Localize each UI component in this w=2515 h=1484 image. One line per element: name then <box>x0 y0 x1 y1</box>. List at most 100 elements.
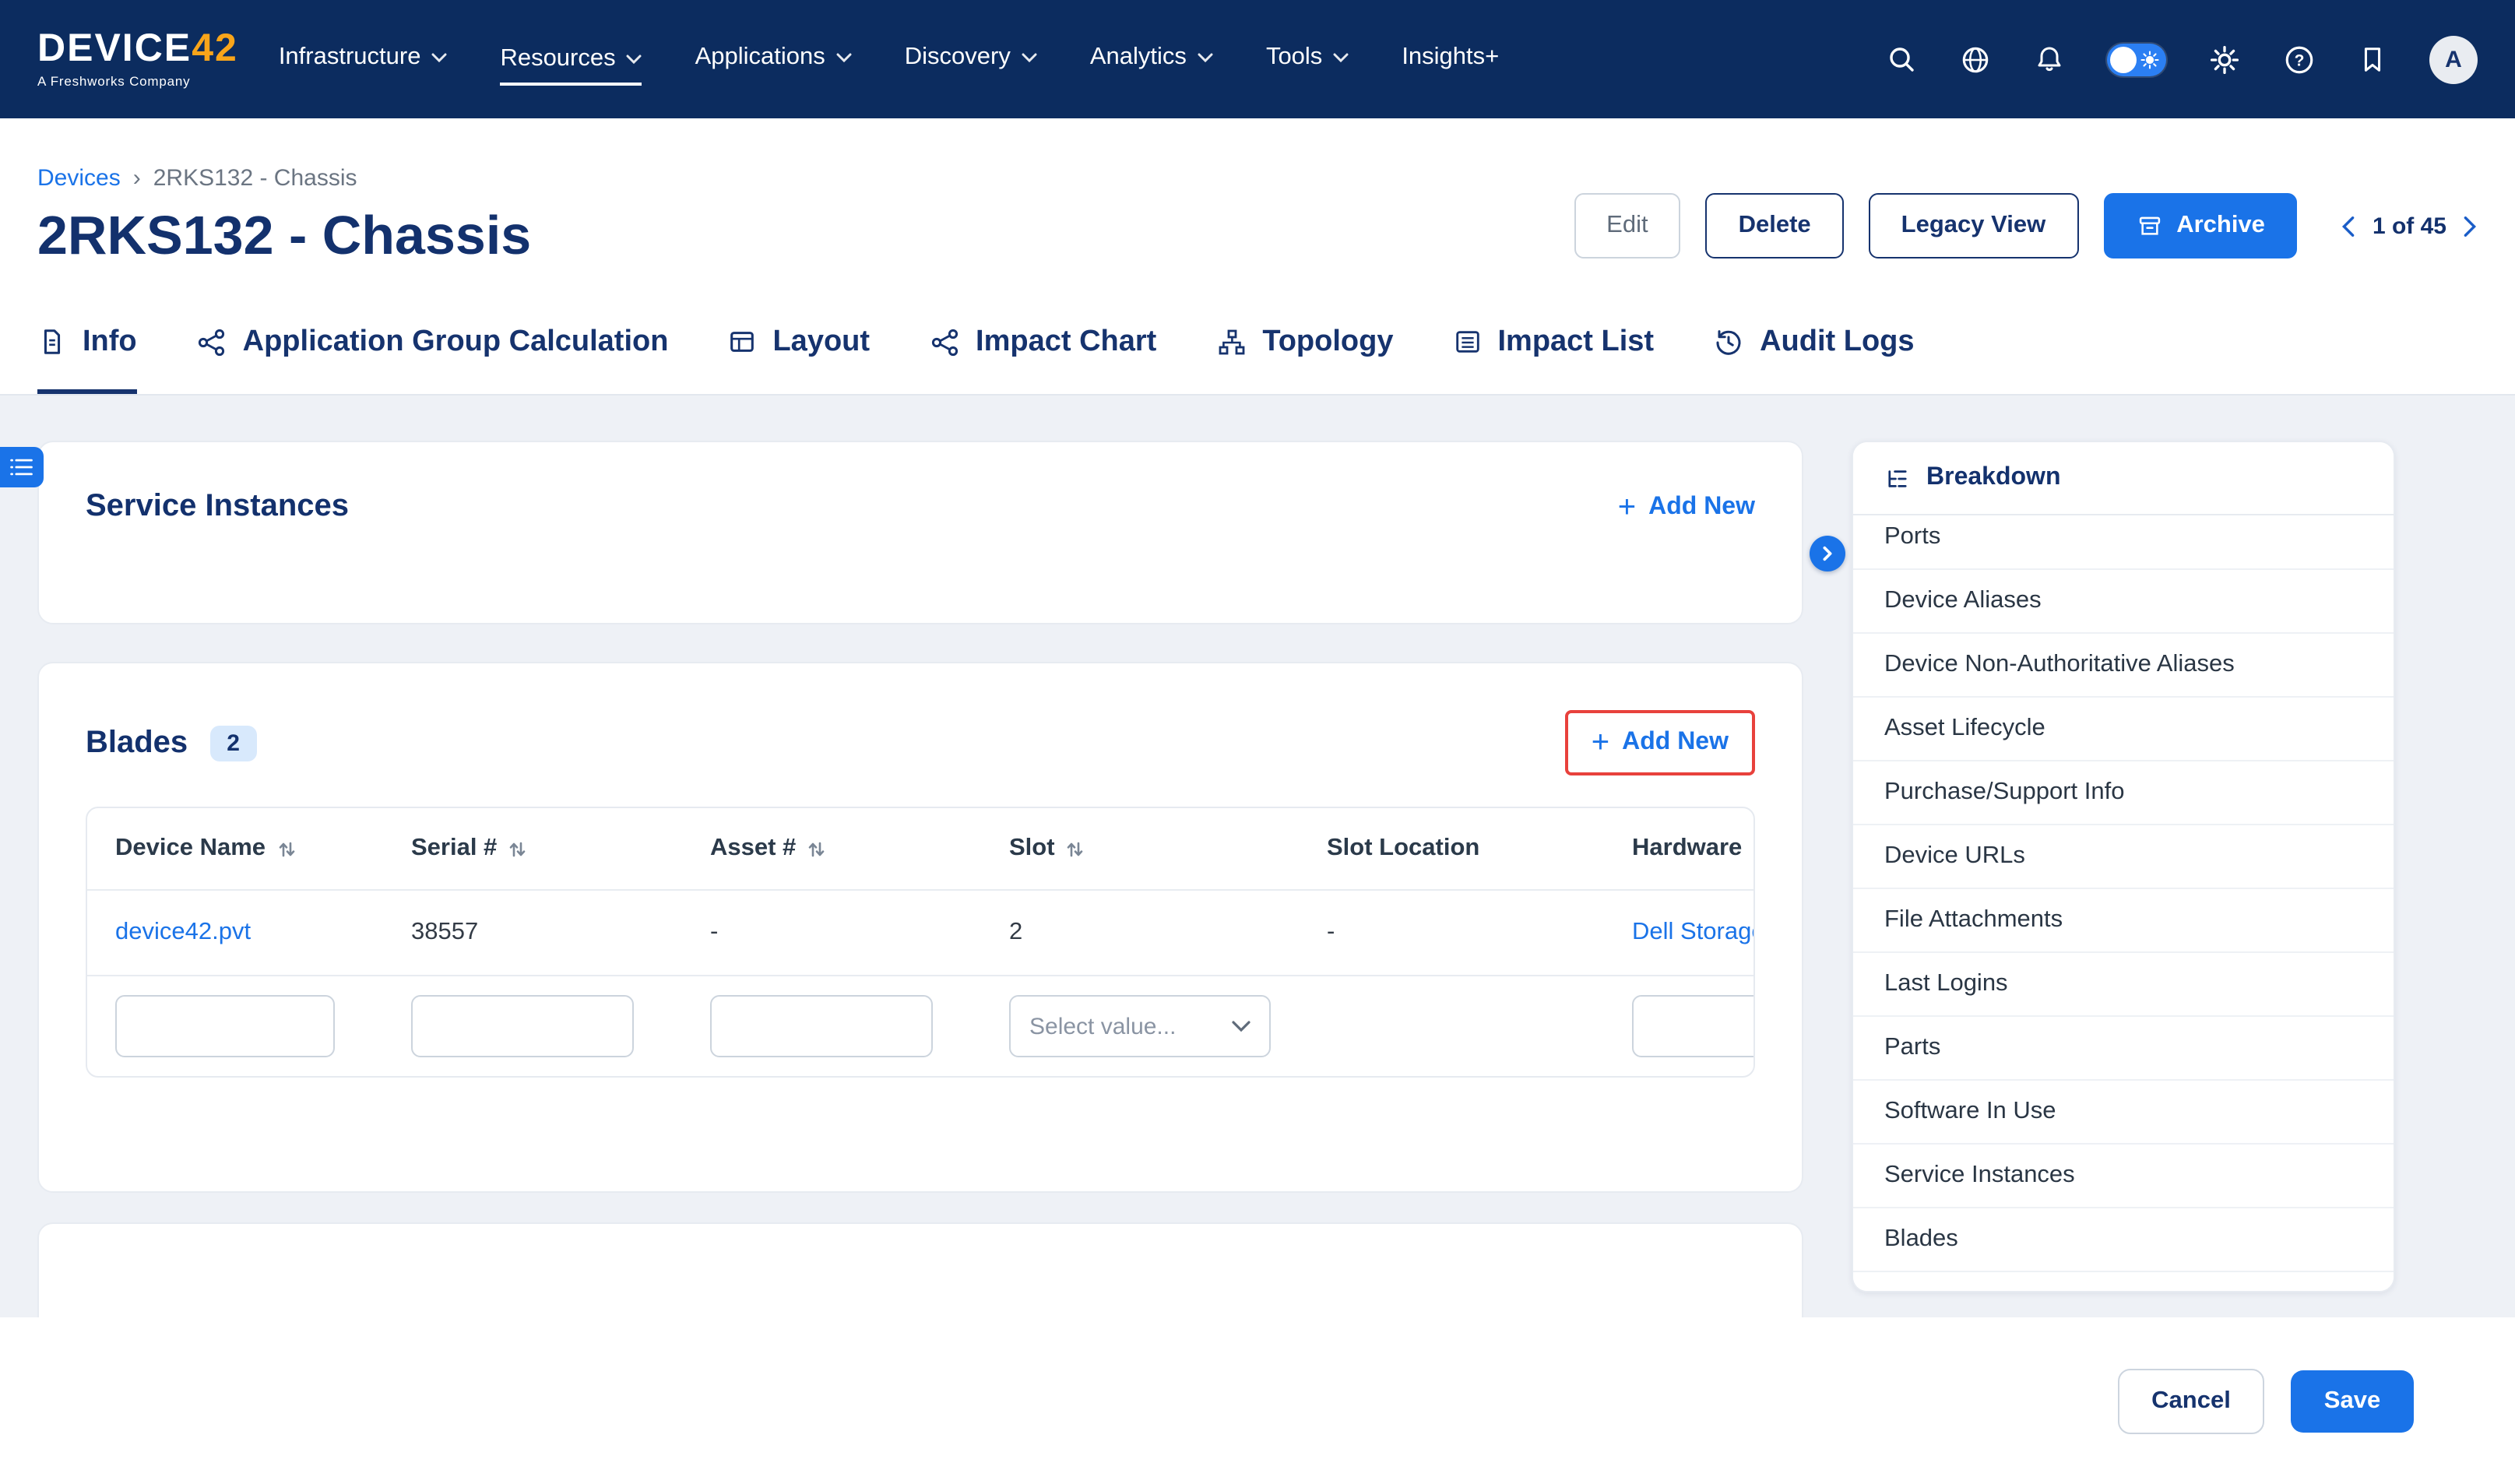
delete-button[interactable]: Delete <box>1706 193 1844 258</box>
settings-gear-icon[interactable] <box>2208 43 2241 76</box>
device42-logo[interactable]: DEVICE42 A Freshworks Company <box>37 30 238 89</box>
chevron-down-icon <box>627 55 642 64</box>
save-button[interactable]: Save <box>2291 1370 2414 1432</box>
column-hardware: Hardware <box>1604 835 1753 863</box>
menu-resources[interactable]: Resources <box>500 45 642 86</box>
breakdown-item-certificate-instances[interactable]: Certificate Instances <box>1853 1272 2394 1292</box>
breakdown-item-parts[interactable]: Parts <box>1853 1017 2394 1081</box>
menu-discovery[interactable]: Discovery <box>905 44 1037 75</box>
pager-next-icon[interactable] <box>2462 214 2478 237</box>
archive-button[interactable]: Archive <box>2103 193 2298 258</box>
highlight-red-box: + Add New <box>1565 710 1755 775</box>
breadcrumb: Devices › 2RKS132 - Chassis <box>37 165 357 192</box>
cell-slot: 2 <box>981 919 1299 947</box>
brand-number: 42 <box>192 26 238 70</box>
breakdown-item-blades[interactable]: Blades <box>1853 1208 2394 1272</box>
breakdown-header: Breakdown <box>1853 442 2394 515</box>
legacy-view-button[interactable]: Legacy View <box>1869 193 2079 258</box>
breakdown-item-device-non-authoritative-aliases[interactable]: Device Non-Authoritative Aliases <box>1853 634 2394 698</box>
chevron-down-icon <box>1232 1020 1250 1032</box>
breadcrumb-current: 2RKS132 - Chassis <box>153 165 357 192</box>
column-asset[interactable]: Asset # <box>682 835 981 863</box>
breakdown-item-file-attachments[interactable]: File Attachments <box>1853 889 2394 953</box>
cell-hardware: Dell Storage <box>1604 919 1753 947</box>
sort-icon[interactable] <box>807 839 825 859</box>
menu-analytics[interactable]: Analytics <box>1090 44 1213 75</box>
detail-tabs: Info Application Group Calculation Layou… <box>37 316 1915 394</box>
menu-infrastructure[interactable]: Infrastructure <box>279 44 448 75</box>
plus-icon: + <box>1592 727 1609 758</box>
tab-impact-chart[interactable]: Impact Chart <box>929 316 1156 394</box>
network-icon <box>929 326 960 357</box>
filter-device-name-input[interactable] <box>115 995 335 1057</box>
menu-tools[interactable]: Tools <box>1266 44 1349 75</box>
globe-icon[interactable] <box>1959 43 1992 76</box>
user-avatar[interactable]: A <box>2429 35 2478 83</box>
plus-icon: + <box>1618 491 1636 522</box>
chevron-down-icon <box>1022 53 1037 62</box>
sort-icon[interactable] <box>1066 839 1085 859</box>
left-panel-toggle[interactable] <box>0 447 44 487</box>
breakdown-panel: Breakdown Ports Device Aliases Device No… <box>1852 441 2395 1292</box>
tab-info[interactable]: Info <box>37 316 137 394</box>
edit-button[interactable]: Edit <box>1574 193 1680 258</box>
breakdown-item-ports[interactable]: Ports <box>1853 506 2394 570</box>
main-menu: Infrastructure Resources Applications Di… <box>279 44 1499 75</box>
filter-slot-select[interactable]: Select value... <box>1009 995 1271 1057</box>
theme-toggle[interactable] <box>2107 43 2166 76</box>
blades-filter-row: Select value... <box>87 976 1753 1076</box>
blades-table-header: Device Name Serial # Asset # Slot <box>87 808 1753 891</box>
menu-insights[interactable]: Insights+ <box>1402 44 1499 75</box>
filter-asset-input[interactable] <box>710 995 933 1057</box>
filter-serial-input[interactable] <box>411 995 634 1057</box>
footer-action-bar: Cancel Save <box>0 1317 2515 1484</box>
breakdown-item-software-in-use[interactable]: Software In Use <box>1853 1081 2394 1145</box>
document-icon <box>37 327 67 357</box>
help-icon[interactable]: ? <box>2283 43 2316 76</box>
filter-hardware-input[interactable] <box>1632 995 1753 1057</box>
breakdown-item-asset-lifecycle[interactable]: Asset Lifecycle <box>1853 698 2394 761</box>
cancel-button[interactable]: Cancel <box>2118 1368 2264 1433</box>
breakdown-item-purchase-support-info[interactable]: Purchase/Support Info <box>1853 761 2394 825</box>
blades-count-badge: 2 <box>209 725 257 761</box>
bookmark-icon[interactable] <box>2358 44 2387 74</box>
sort-icon[interactable] <box>508 839 526 859</box>
column-serial[interactable]: Serial # <box>383 835 682 863</box>
sidebar-collapse-button[interactable] <box>1810 536 1845 571</box>
menu-applications[interactable]: Applications <box>695 44 852 75</box>
next-section-card <box>37 1222 1803 1317</box>
hardware-link[interactable]: Dell Storage <box>1632 919 1753 945</box>
cell-asset: - <box>682 919 981 947</box>
blades-add-new-button[interactable]: + Add New <box>1592 727 1729 758</box>
tab-audit-logs[interactable]: Audit Logs <box>1713 316 1914 394</box>
tab-topology[interactable]: Topology <box>1215 316 1393 394</box>
column-device-name[interactable]: Device Name <box>87 835 383 863</box>
list-icon <box>1452 327 1482 357</box>
service-instances-add-new-button[interactable]: + Add New <box>1618 491 1755 522</box>
tab-application-group-calculation[interactable]: Application Group Calculation <box>196 316 669 394</box>
layout-icon <box>727 327 757 357</box>
cell-slot-location: - <box>1299 919 1604 947</box>
app-window: DEVICE42 A Freshworks Company Infrastruc… <box>0 0 2515 1484</box>
chevron-down-icon <box>836 53 852 62</box>
service-instances-title: Service Instances <box>86 489 349 525</box>
column-slot[interactable]: Slot <box>981 835 1299 863</box>
breakdown-item-last-logins[interactable]: Last Logins <box>1853 953 2394 1017</box>
breakdown-item-device-aliases[interactable]: Device Aliases <box>1853 570 2394 634</box>
pager-prev-icon[interactable] <box>2341 214 2357 237</box>
tab-layout[interactable]: Layout <box>727 316 870 394</box>
notifications-bell-icon[interactable] <box>2034 44 2065 75</box>
sun-icon <box>2138 47 2161 71</box>
share-nodes-icon <box>196 326 227 357</box>
blades-title: Blades 2 <box>86 725 257 761</box>
breakdown-item-service-instances[interactable]: Service Instances <box>1853 1145 2394 1208</box>
device-link[interactable]: device42.pvt <box>115 919 251 945</box>
breakdown-item-device-urls[interactable]: Device URLs <box>1853 825 2394 889</box>
sort-icon[interactable] <box>276 839 295 859</box>
search-icon[interactable] <box>1886 44 1917 75</box>
breadcrumb-devices-link[interactable]: Devices <box>37 165 121 192</box>
chevron-down-icon <box>1198 53 1213 62</box>
tab-impact-list[interactable]: Impact List <box>1452 316 1654 394</box>
breadcrumb-separator: › <box>133 165 141 192</box>
record-pager: 1 of 45 <box>2341 213 2478 239</box>
